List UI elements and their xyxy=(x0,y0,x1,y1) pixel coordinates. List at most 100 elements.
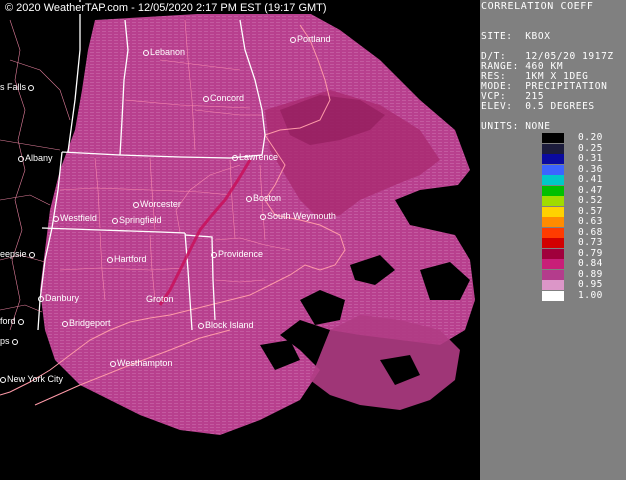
city-marker-icon xyxy=(18,155,24,162)
city-name: Springfield xyxy=(119,215,162,225)
legend-row: 0.89 xyxy=(542,268,626,280)
legend-swatch xyxy=(542,185,564,196)
city-label: Concord xyxy=(203,93,244,103)
city-label: ford xyxy=(0,316,25,326)
legend-value: 0.73 xyxy=(578,237,603,248)
legend-row: 0.25 xyxy=(542,142,626,154)
city-marker-icon xyxy=(107,256,113,263)
legend-row: 0.63 xyxy=(542,217,626,227)
city-marker-icon xyxy=(17,318,24,325)
city-label: Providence xyxy=(211,249,263,259)
legend-value: 0.84 xyxy=(578,258,603,269)
city-marker-icon xyxy=(198,322,204,329)
legend-row: 0.52 xyxy=(542,196,626,206)
city-marker-icon xyxy=(143,49,149,56)
city-marker-icon xyxy=(0,376,6,383)
city-marker-icon xyxy=(290,36,296,43)
city-name: ps xyxy=(0,336,10,346)
legend-swatch xyxy=(542,280,564,290)
city-marker-icon xyxy=(112,217,118,224)
legend-value: 0.57 xyxy=(578,205,603,217)
legend-swatch xyxy=(542,175,564,185)
legend-row: 0.36 xyxy=(542,163,626,175)
city-label: New York City xyxy=(0,374,63,384)
city-name: Danbury xyxy=(45,293,80,303)
legend-row: 0.41 xyxy=(542,175,626,185)
city-label: Springfield xyxy=(112,215,162,225)
city-name: South Weymouth xyxy=(267,211,336,221)
city-label: ps xyxy=(0,336,19,346)
city-name: Westfield xyxy=(60,213,97,223)
legend-swatch xyxy=(542,143,564,154)
city-marker-icon xyxy=(203,95,209,102)
legend-swatch xyxy=(542,217,564,227)
legend-value: 0.25 xyxy=(578,142,603,154)
city-label: Albany xyxy=(18,153,53,163)
city-marker-icon xyxy=(133,201,139,208)
legend-swatch xyxy=(542,238,564,248)
city-name: Lawrence xyxy=(239,152,279,162)
city-label: s Falls xyxy=(0,82,35,92)
city-label: Groton xyxy=(146,294,174,304)
product-title: CORRELATION COEFF xyxy=(481,1,594,12)
city-marker-icon xyxy=(232,154,238,161)
legend-swatch xyxy=(542,248,564,259)
legend-swatch xyxy=(542,196,564,206)
city-label: South Weymouth xyxy=(260,211,336,221)
city-name: New York City xyxy=(7,374,64,384)
city-name: Groton xyxy=(146,294,174,304)
legend-value: 0.95 xyxy=(578,279,603,290)
legend-value: 0.47 xyxy=(578,184,603,196)
legend-value: 0.79 xyxy=(578,247,603,259)
legend-swatch xyxy=(542,206,564,217)
city-marker-icon xyxy=(28,84,35,91)
city-marker-icon xyxy=(53,215,59,222)
city-label: Hartford xyxy=(107,254,147,264)
legend-swatch xyxy=(542,259,564,269)
legend-value: 0.31 xyxy=(578,153,603,164)
legend-value: 0.41 xyxy=(578,174,603,185)
legend-row: 0.57 xyxy=(542,205,626,217)
radar-map[interactable]: © 2020 WeatherTAP.com - 12/05/2020 2:17 … xyxy=(0,0,480,480)
legend-row: 0.79 xyxy=(542,247,626,259)
legend-row: 0.31 xyxy=(542,154,626,164)
city-name: eepsie xyxy=(0,249,27,259)
city-label: Westfield xyxy=(53,213,97,223)
city-label: Boston xyxy=(246,193,281,203)
city-name: Providence xyxy=(218,249,264,259)
city-label: Westhampton xyxy=(110,358,172,368)
legend-row: 1.00 xyxy=(542,289,626,301)
info-panel: CORRELATION COEFF SITE: KBOX D/T: 12/05/… xyxy=(480,0,626,480)
legend-row: 0.84 xyxy=(542,259,626,269)
city-label: Lawrence xyxy=(232,152,278,162)
legend-value: 0.20 xyxy=(578,132,603,143)
legend-swatch xyxy=(542,269,564,280)
legend-value: 0.89 xyxy=(578,268,603,280)
site-line: SITE: KBOX xyxy=(481,31,551,42)
legend-value: 0.36 xyxy=(578,163,603,175)
city-name: Portland xyxy=(297,34,331,44)
city-name: s Falls xyxy=(0,82,27,92)
city-name: Hartford xyxy=(114,254,147,264)
legend-value: 1.00 xyxy=(578,289,603,301)
legend-row: 0.47 xyxy=(542,184,626,196)
city-marker-icon xyxy=(62,320,68,327)
city-label: Portland xyxy=(290,34,331,44)
city-marker-icon xyxy=(110,360,116,367)
city-name: Boston xyxy=(253,193,282,203)
legend-row: 0.68 xyxy=(542,227,626,238)
legend-row: 0.95 xyxy=(542,280,626,290)
units-line: UNITS: NONE xyxy=(481,121,551,132)
city-label: eepsie xyxy=(0,249,36,259)
legend-swatch xyxy=(542,164,564,175)
city-marker-icon xyxy=(260,213,266,220)
city-marker-icon xyxy=(211,251,217,258)
city-marker-icon xyxy=(28,251,35,258)
legend-value: 0.52 xyxy=(578,195,603,206)
city-label: Lebanon xyxy=(143,47,185,57)
city-name: Bridgeport xyxy=(69,318,111,328)
legend-swatch xyxy=(542,154,564,164)
city-marker-icon xyxy=(246,195,252,202)
city-name: Albany xyxy=(25,153,53,163)
city-name: Concord xyxy=(210,93,245,103)
